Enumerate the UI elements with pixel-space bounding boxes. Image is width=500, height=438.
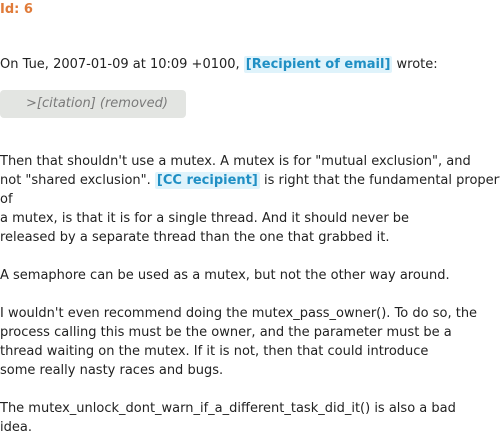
paragraph-3-line-4: some really nasty races and bugs. (0, 363, 224, 378)
paragraph-1-line-5: released by a separate thread than the o… (0, 230, 390, 245)
paragraph-3-line-2: process calling this must be the owner, … (0, 325, 452, 340)
paragraph-1-line-2: not "shared exclusion". [CC recipient] i… (0, 171, 500, 190)
paragraph-2-line-1: A semaphore can be used as a mutex, but … (0, 268, 450, 283)
reply-header: On Tue, 2007-01-09 at 10:09 +0100, [Reci… (0, 55, 438, 75)
paragraph-2: A semaphore can be used as a mutex, but … (0, 266, 500, 285)
paragraph-1: Then that shouldn't use a mutex. A mutex… (0, 152, 500, 247)
citation-removed-block: >[citation] (removed) (0, 90, 186, 118)
paragraph-4-line-2: idea. (0, 420, 32, 435)
recipient-tag: [Recipient of email] (243, 56, 393, 73)
reply-header-prefix: On Tue, 2007-01-09 at 10:09 +0100, (0, 57, 244, 72)
message-id-label: Id: 6 (0, 2, 33, 17)
paragraph-1-line-4: a mutex, is that it is for a single thre… (0, 211, 410, 226)
paragraph-1-line-2-pre: not "shared exclusion". (0, 173, 155, 188)
paragraph-1-line-3: of (0, 192, 13, 207)
email-message-view: Id: 6 On Tue, 2007-01-09 at 10:09 +0100,… (0, 0, 500, 438)
paragraph-1-line-2-post: is right that the fundamental property (259, 173, 500, 188)
paragraph-3-line-3: thread waiting on the mutex. If it is no… (0, 344, 429, 359)
paragraph-3-line-1: I wouldn't even recommend doing the mute… (0, 306, 478, 321)
paragraph-1-line-1: Then that shouldn't use a mutex. A mutex… (0, 154, 471, 169)
paragraph-4: The mutex_unlock_dont_warn_if_a_differen… (0, 399, 500, 437)
reply-header-suffix: wrote: (392, 57, 438, 72)
paragraph-4-line-1: The mutex_unlock_dont_warn_if_a_differen… (0, 401, 456, 416)
cc-recipient-tag: [CC recipient] (154, 172, 260, 189)
paragraph-3: I wouldn't even recommend doing the mute… (0, 304, 500, 380)
message-body: Then that shouldn't use a mutex. A mutex… (0, 152, 500, 438)
